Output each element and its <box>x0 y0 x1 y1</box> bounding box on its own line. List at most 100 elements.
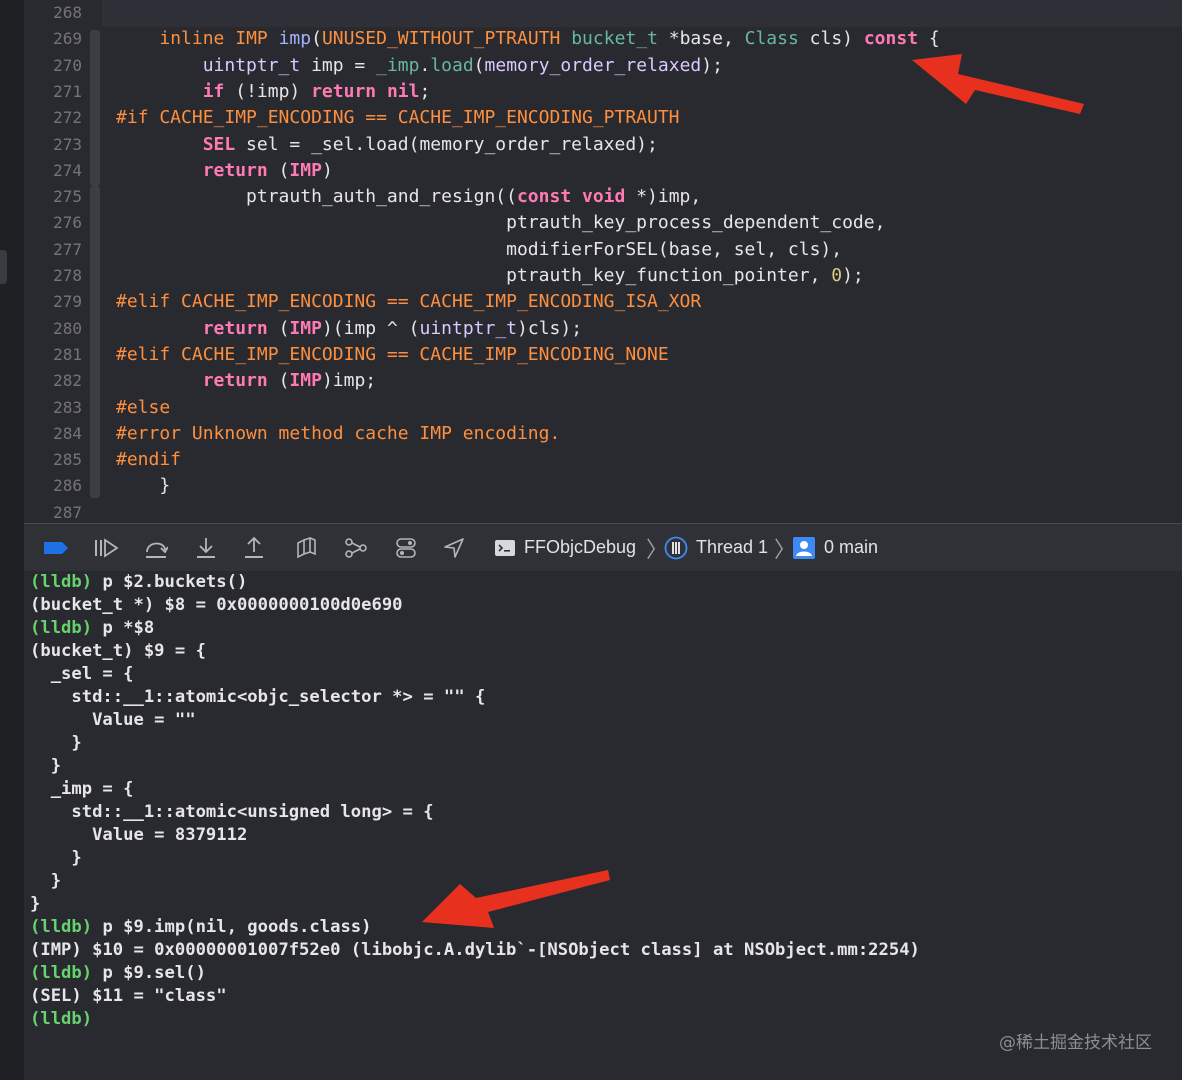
line-number[interactable]: 268 <box>24 0 82 26</box>
line-number[interactable]: 272 <box>24 105 82 131</box>
code-token: *base, <box>657 28 745 50</box>
breadcrumb-target[interactable]: FFObjcDebug <box>524 524 636 571</box>
console-line: (SEL) $11 = "class" <box>30 985 227 1008</box>
line-number[interactable]: 273 <box>24 132 82 158</box>
step-into-icon[interactable] <box>188 524 224 571</box>
code-fold-ribbon[interactable] <box>90 186 100 498</box>
code-token: ptrauth_key_function_pointer, <box>116 265 832 286</box>
console-text: _sel = { <box>30 664 134 684</box>
code-token: return <box>202 159 268 181</box>
code-token: (!imp) <box>224 80 312 102</box>
simulate-location-icon[interactable] <box>436 524 472 571</box>
continue-icon[interactable] <box>88 524 124 571</box>
code-token: cls) <box>798 28 864 50</box>
target-app-icon <box>492 524 518 571</box>
console-text: p $9.sel() <box>92 963 206 983</box>
lldb-prompt: (lldb) <box>30 618 93 638</box>
console-text: (SEL) $11 = "class" <box>30 986 227 1006</box>
breadcrumb-thread[interactable]: Thread 1 <box>696 524 768 571</box>
lldb-prompt: (lldb) <box>30 963 93 983</box>
line-number[interactable]: 269 <box>24 26 82 52</box>
code-line: return (IMP)imp; <box>116 368 376 394</box>
console-line: } <box>30 732 81 755</box>
code-token: void <box>582 186 626 208</box>
code-token: #elif CACHE_IMP_ENCODING == CACHE_IMP_EN… <box>116 343 669 365</box>
current-line-highlight <box>102 0 1182 27</box>
console-text: Value = "" <box>30 710 196 730</box>
console-text: _imp = { <box>30 779 134 799</box>
code-token: IMP <box>289 159 322 181</box>
line-number[interactable]: 271 <box>24 79 82 105</box>
breakpoint-toggle-icon[interactable] <box>38 524 74 571</box>
console-text: std::__1::atomic<objc_selector *> = "" { <box>30 687 486 707</box>
line-number[interactable]: 281 <box>24 342 82 368</box>
line-number[interactable]: 284 <box>24 421 82 447</box>
console-line: (IMP) $10 = 0x00000001007f52e0 (libobjc.… <box>30 939 920 962</box>
line-number[interactable]: 275 <box>24 184 82 210</box>
step-out-icon[interactable] <box>236 524 272 571</box>
code-token: return <box>202 370 268 392</box>
code-token: ptrauth_key_process_dependent_code, <box>116 212 886 234</box>
environment-overrides-icon[interactable] <box>388 524 424 571</box>
line-number[interactable]: 279 <box>24 289 82 315</box>
code-token: ); <box>842 265 864 286</box>
line-number[interactable]: 285 <box>24 447 82 473</box>
code-token: modifierForSEL(base, sel, cls), <box>116 238 843 260</box>
code-token: IMP <box>235 28 268 50</box>
code-line: return (IMP)(imp ^ (uintptr_t)cls); <box>116 316 582 342</box>
console-text: p $9.imp(nil, goods.class) <box>92 917 372 937</box>
code-token: imp = <box>300 54 377 76</box>
line-number[interactable]: 286 <box>24 473 82 499</box>
code-token: #endif <box>116 449 182 471</box>
code-token: *)imp, <box>625 186 702 208</box>
line-number[interactable]: 287 <box>24 500 82 523</box>
console-line: (bucket_t) $9 = { <box>30 640 206 663</box>
thread-icon <box>662 524 690 571</box>
memory-graph-icon[interactable] <box>338 524 374 571</box>
lldb-prompt: (lldb) <box>30 572 93 592</box>
code-line: #if CACHE_IMP_ENCODING == CACHE_IMP_ENCO… <box>116 105 680 131</box>
console-line: _sel = { <box>30 663 134 686</box>
code-token: inline <box>159 28 225 50</box>
code-line: ptrauth_key_process_dependent_code, <box>116 210 885 236</box>
console-line: } <box>30 870 61 893</box>
line-number[interactable]: 274 <box>24 158 82 184</box>
line-number[interactable]: 277 <box>24 237 82 263</box>
console-line: Value = 8379112 <box>30 824 247 847</box>
line-number[interactable]: 278 <box>24 263 82 289</box>
console-line: (lldb) p $2.buckets() <box>30 571 247 594</box>
lldb-console[interactable]: (lldb) p $2.buckets() (bucket_t *) $8 = 0… <box>24 571 1182 1080</box>
code-token: #elif CACHE_IMP_ENCODING == CACHE_IMP_EN… <box>116 291 702 313</box>
debug-view-hierarchy-icon[interactable] <box>288 524 324 571</box>
source-editor[interactable]: 268 269 270 271 272 273 274 275 276 277 278 279 280 2… <box>24 0 1182 523</box>
console-text: p $2.buckets() <box>92 572 248 592</box>
code-token: return <box>202 317 268 339</box>
code-token: )imp; <box>321 370 377 392</box>
code-token: ( <box>267 159 290 181</box>
watermark: @稀土掘金技术社区 <box>999 1033 1152 1053</box>
code-token: ( <box>267 370 290 392</box>
code-token: memory_order_relaxed <box>484 54 702 76</box>
line-number[interactable]: 280 <box>24 316 82 342</box>
code-token: #if CACHE_IMP_ENCODING == CACHE_IMP_ENCO… <box>116 107 680 129</box>
code-token: return <box>311 80 377 102</box>
line-number[interactable]: 276 <box>24 210 82 236</box>
code-fold-ribbon[interactable] <box>90 30 100 186</box>
step-over-icon[interactable] <box>138 524 174 571</box>
breadcrumb-frame[interactable]: 0 main <box>824 524 878 571</box>
code-line: return (IMP) <box>116 158 333 184</box>
line-number[interactable]: 282 <box>24 368 82 394</box>
code-line: #elif CACHE_IMP_ENCODING == CACHE_IMP_EN… <box>116 289 701 315</box>
code-token: ; <box>419 80 431 102</box>
console-text: p *$8 <box>92 618 155 638</box>
edge-handle[interactable] <box>0 250 7 284</box>
line-number[interactable]: 270 <box>24 53 82 79</box>
code-token: uintptr_t <box>202 54 301 76</box>
line-number[interactable]: 283 <box>24 395 82 421</box>
